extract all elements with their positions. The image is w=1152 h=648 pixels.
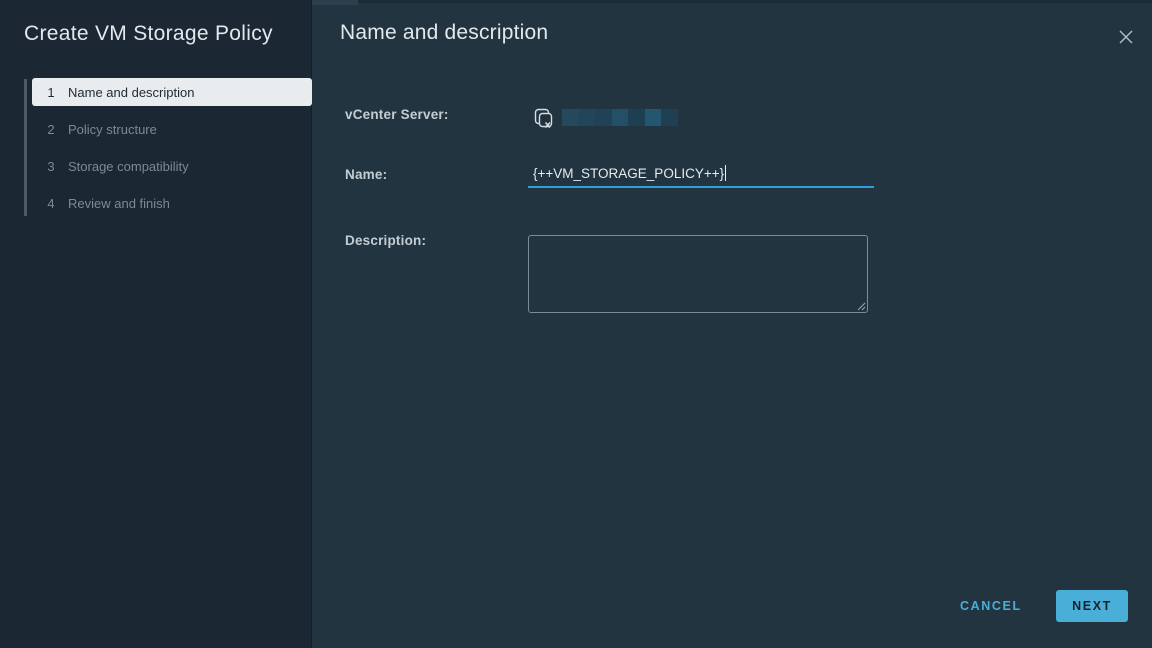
step-label: Review and finish [68, 196, 170, 211]
step-number: 4 [44, 196, 58, 211]
description-textarea[interactable] [528, 235, 868, 313]
close-icon [1118, 29, 1134, 45]
vcenter-server-icon [533, 105, 556, 138]
steps-progress-bar [24, 79, 27, 216]
description-label: Description: [345, 233, 426, 248]
step-item-name-and-description[interactable]: 1 Name and description [32, 78, 312, 106]
create-vm-storage-policy-dialog: Create VM Storage Policy 1 Name and desc… [0, 0, 1152, 648]
name-input[interactable]: {++VM_STORAGE_POLICY++} [528, 162, 874, 188]
name-label: Name: [345, 167, 387, 182]
step-label: Storage compatibility [68, 159, 189, 174]
name-input-value: {++VM_STORAGE_POLICY++} [533, 166, 724, 181]
step-number: 2 [44, 122, 58, 137]
page-title: Name and description [340, 21, 548, 45]
dialog-title: Create VM Storage Policy [24, 22, 273, 46]
step-number: 1 [44, 85, 58, 100]
step-label: Policy structure [68, 122, 157, 137]
step-item-policy-structure[interactable]: 2 Policy structure [32, 115, 312, 143]
text-caret [725, 165, 726, 181]
next-button[interactable]: NEXT [1056, 590, 1128, 622]
wizard-steps: 1 Name and description 2 Policy structur… [32, 78, 312, 226]
step-item-storage-compatibility[interactable]: 3 Storage compatibility [32, 152, 312, 180]
vcenter-server-value-redacted [562, 109, 678, 126]
vcenter-server-label: vCenter Server: [345, 107, 449, 122]
step-item-review-and-finish[interactable]: 4 Review and finish [32, 189, 312, 217]
close-button[interactable] [1114, 25, 1138, 49]
wizard-sidebar: Create VM Storage Policy 1 Name and desc… [0, 0, 312, 648]
cancel-button[interactable]: CANCEL [960, 596, 1022, 616]
step-number: 3 [44, 159, 58, 174]
step-label: Name and description [68, 85, 194, 100]
background-artifact [312, 0, 1152, 3]
